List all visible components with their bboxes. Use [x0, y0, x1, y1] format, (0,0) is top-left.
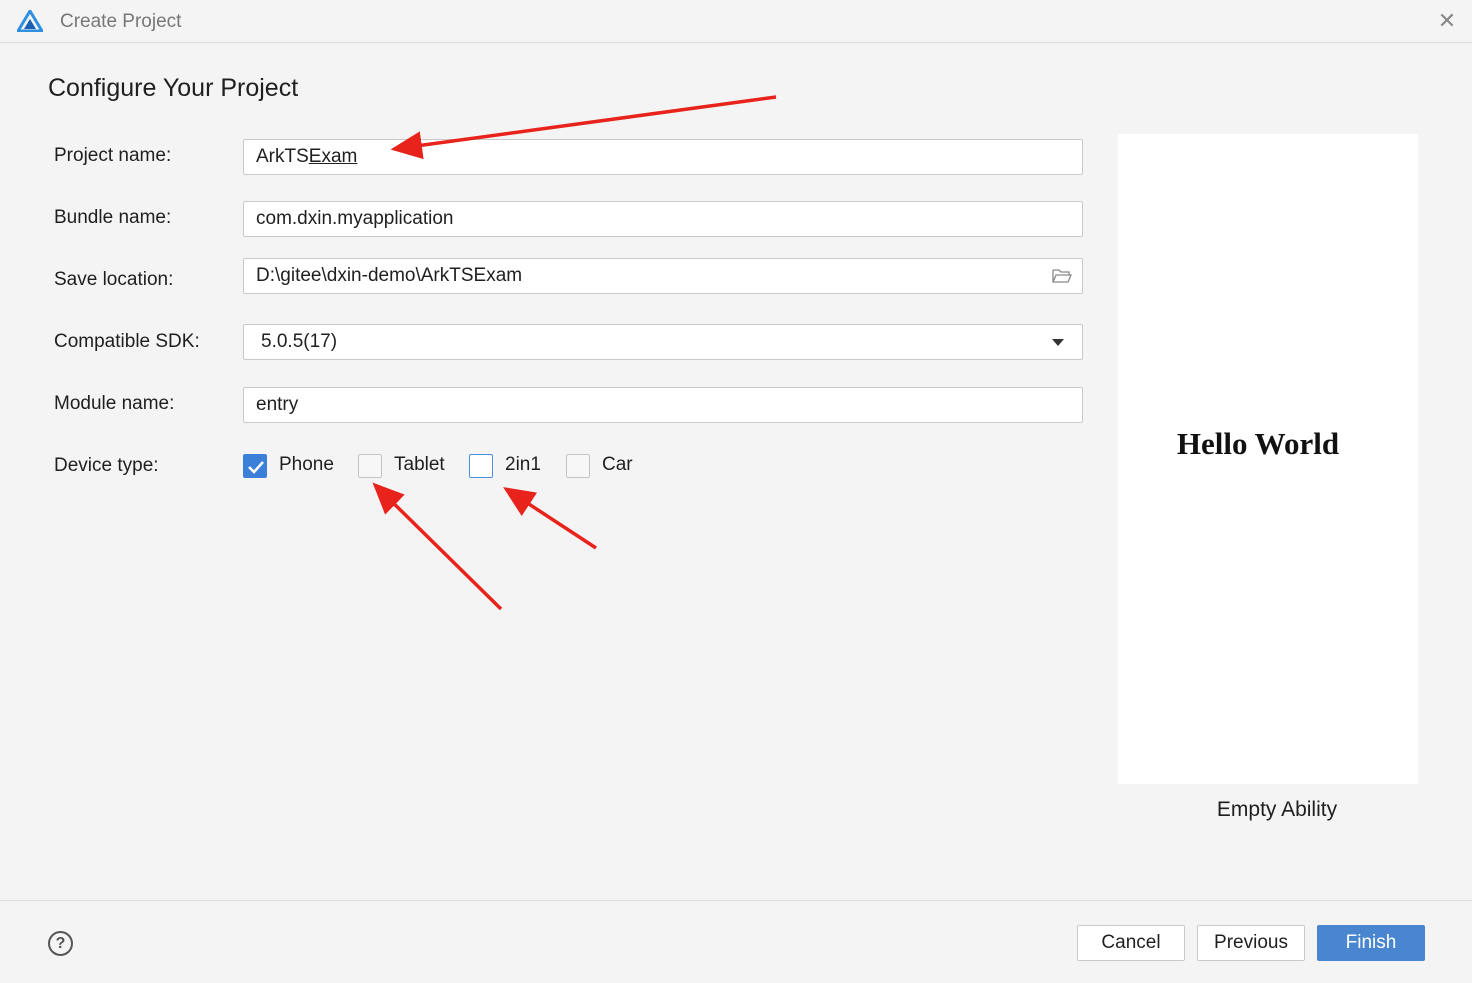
project-name-label: Project name: — [54, 145, 172, 166]
save-location-input[interactable]: D:\gitee\dxin-demo\ArkTSExam — [243, 258, 1083, 294]
deveco-logo-icon — [17, 10, 43, 32]
template-name: Empty Ability — [1216, 798, 1338, 821]
preview-screen-text: Hello World — [1176, 426, 1340, 461]
car-checkbox-label[interactable]: Car — [602, 454, 633, 476]
project-name-input[interactable]: ArkTSExam — [243, 139, 1083, 175]
save-location-label: Save location: — [54, 269, 174, 290]
compatible-sdk-selected: 5.0.5(17) — [261, 331, 338, 352]
title-bar: Create Project ✕ — [0, 0, 1472, 43]
finish-button[interactable]: Finish — [1317, 925, 1425, 961]
bundle-name-field[interactable] — [256, 202, 1082, 236]
chevron-down-icon — [1052, 339, 1064, 346]
2in1-checkbox-label[interactable]: 2in1 — [505, 454, 541, 476]
device-type-label: Device type: — [54, 455, 159, 476]
close-icon[interactable]: ✕ — [1434, 8, 1460, 34]
module-name-input[interactable] — [243, 387, 1083, 423]
template-preview: Hello World — [1118, 134, 1418, 784]
bundle-name-label: Bundle name: — [54, 207, 172, 228]
annotation-arrow — [503, 487, 597, 550]
cancel-button[interactable]: Cancel — [1077, 925, 1185, 961]
help-icon[interactable]: ? — [48, 931, 73, 956]
project-name-value-underlined: Exam — [308, 146, 358, 167]
page-title: Configure Your Project — [48, 74, 299, 102]
bundle-name-input[interactable] — [243, 201, 1083, 237]
module-name-field[interactable] — [256, 388, 1082, 422]
footer-divider — [0, 900, 1472, 901]
checkmark-icon — [248, 461, 264, 474]
2in1-checkbox[interactable] — [469, 454, 493, 478]
compatible-sdk-label: Compatible SDK: — [54, 331, 200, 352]
previous-button[interactable]: Previous — [1197, 925, 1305, 961]
module-name-label: Module name: — [54, 393, 175, 414]
phone-checkbox-label[interactable]: Phone — [279, 454, 334, 476]
tablet-checkbox-label[interactable]: Tablet — [394, 454, 445, 476]
save-location-value: D:\gitee\dxin-demo\ArkTSExam — [256, 265, 523, 286]
folder-icon[interactable] — [1052, 267, 1072, 285]
tablet-checkbox[interactable] — [358, 454, 382, 478]
annotation-arrow — [372, 482, 503, 611]
project-name-value-prefix: ArkTS — [256, 146, 309, 167]
phone-checkbox[interactable] — [243, 454, 267, 478]
window-title: Create Project — [60, 11, 182, 32]
car-checkbox[interactable] — [566, 454, 590, 478]
compatible-sdk-select[interactable]: 5.0.5(17) — [243, 324, 1083, 360]
